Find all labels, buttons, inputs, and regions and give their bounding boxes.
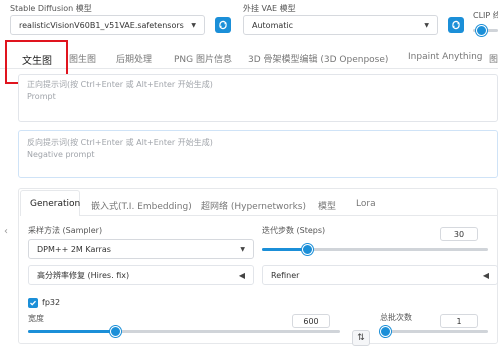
clip-slider[interactable]: [473, 25, 498, 36]
batch-count-label: 总批次数: [380, 313, 412, 322]
check-icon: [30, 300, 36, 306]
width-slider-fill: [28, 330, 115, 333]
clip-slider-thumb[interactable]: [476, 25, 487, 36]
batch-count-slider-thumb[interactable]: [380, 326, 391, 337]
model-select-value: realisticVisionV60B1_v51VAE.safetensors: [19, 20, 184, 30]
subtab-embedding[interactable]: 嵌入式(T.I. Embedding): [91, 199, 192, 212]
sampler-select-value: DPM++ 2M Karras: [37, 244, 111, 254]
sampler-label: 采样方法 (Sampler): [28, 226, 103, 235]
refiner-accordion[interactable]: Refiner ◀: [262, 265, 498, 285]
tab-extras[interactable]: 后期处理: [116, 52, 152, 65]
vae-select[interactable]: Automatic ▼: [243, 15, 438, 35]
fp32-label: fp32: [42, 298, 61, 307]
clip-label: CLIP 终: [473, 11, 498, 20]
refiner-label: Refiner: [271, 270, 300, 280]
subtab-generation[interactable]: Generation: [30, 199, 80, 209]
width-slider[interactable]: [28, 326, 340, 337]
refresh-vae-button[interactable]: [448, 17, 464, 33]
prompt-textarea[interactable]: 正向提示词(按 Ctrl+Enter 或 Alt+Enter 开始生成) Pro…: [18, 74, 498, 122]
prompt-placeholder-cn: 正向提示词(按 Ctrl+Enter 或 Alt+Enter 开始生成): [27, 80, 213, 89]
chevron-down-icon: ▼: [191, 21, 196, 29]
chevron-down-icon: ▼: [424, 21, 429, 29]
width-label: 宽度: [28, 314, 44, 323]
swap-icon: ⇅: [357, 333, 365, 343]
width-slider-thumb[interactable]: [110, 326, 121, 337]
prompt-placeholder-en: Prompt: [27, 92, 56, 101]
refresh-icon: [219, 20, 227, 30]
tab-underline: [0, 68, 498, 69]
subtab-models[interactable]: 模型: [318, 199, 336, 212]
steps-slider[interactable]: [262, 244, 488, 255]
caret-left-icon: ◀: [238, 270, 245, 280]
tab-3d-openpose[interactable]: 3D 骨架模型编辑 (3D Openpose): [248, 52, 388, 65]
subtab-hypernetworks[interactable]: 超网络 (Hypernetworks): [201, 199, 306, 212]
sampler-select[interactable]: DPM++ 2M Karras ▼: [28, 239, 254, 259]
subtab-lora[interactable]: Lora: [356, 199, 376, 209]
vae-select-value: Automatic: [252, 20, 294, 30]
subtab-underline: [80, 215, 498, 216]
hires-fix-label: 高分辨率修复 (Hires. fix): [37, 270, 130, 280]
negative-placeholder-en: Negative prompt: [27, 150, 95, 159]
collapse-left-arrow[interactable]: ‹: [0, 226, 12, 242]
fp32-checkbox[interactable]: [28, 298, 38, 308]
steps-label: 迭代步数 (Steps): [262, 226, 326, 235]
steps-input[interactable]: 30: [440, 227, 478, 241]
negative-placeholder-cn: 反向提示词(按 Ctrl+Enter 或 Alt+Enter 开始生成): [27, 138, 213, 147]
model-label: Stable Diffusion 模型: [10, 4, 92, 13]
refresh-model-button[interactable]: [215, 17, 231, 33]
steps-slider-thumb[interactable]: [302, 244, 313, 255]
tab-img2img[interactable]: 图生图: [69, 52, 96, 65]
refresh-icon: [452, 20, 460, 30]
batch-count-slider[interactable]: [380, 326, 488, 337]
chevron-down-icon: ▼: [240, 245, 245, 253]
negative-prompt-textarea[interactable]: 反向提示词(按 Ctrl+Enter 或 Alt+Enter 开始生成) Neg…: [18, 130, 498, 178]
batch-count-input[interactable]: 1: [440, 314, 478, 328]
steps-slider-fill: [262, 248, 307, 251]
model-select[interactable]: realisticVisionV60B1_v51VAE.safetensors …: [10, 15, 205, 35]
caret-left-icon: ◀: [482, 270, 489, 280]
batch-count-slider-track: [380, 330, 488, 333]
tab-more[interactable]: 图: [489, 52, 498, 65]
vae-label: 外挂 VAE 模型: [243, 4, 296, 13]
hires-fix-accordion[interactable]: 高分辨率修复 (Hires. fix) ◀: [28, 265, 254, 285]
tab-png-info[interactable]: PNG 图片信息: [174, 52, 232, 65]
tab-inpaint-anything[interactable]: Inpaint Anything: [408, 52, 483, 62]
width-input[interactable]: 600: [292, 314, 330, 328]
